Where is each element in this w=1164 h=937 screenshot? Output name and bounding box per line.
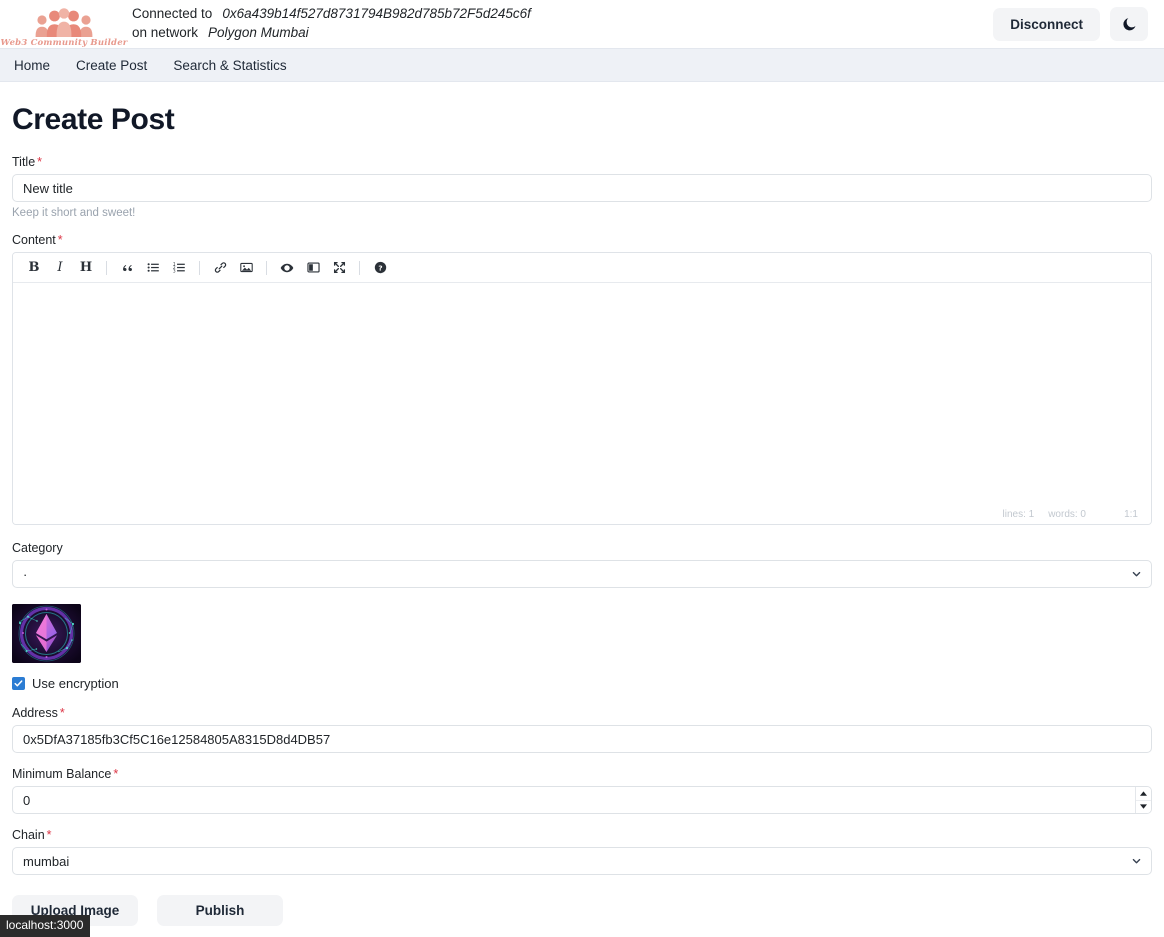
browser-status-tooltip: localhost:3000 (0, 915, 91, 937)
min-balance-field-group: Minimum Balance * (12, 767, 1152, 814)
use-encryption-row[interactable]: Use encryption (12, 676, 1152, 691)
title-input[interactable] (12, 174, 1152, 202)
editor-cursor-position: 1:1 (1124, 508, 1138, 520)
editor-lines-count: lines: 1 (1002, 508, 1035, 520)
markdown-editor: B I H 1 2 3 ? lines: 1 words: 0 1:1 (12, 252, 1152, 525)
fullscreen-icon[interactable] (328, 257, 350, 279)
content-label-text: Content (12, 233, 56, 247)
chain-field-label: Chain * (12, 828, 1152, 842)
bold-icon[interactable]: B (23, 257, 45, 279)
side-by-side-icon[interactable] (302, 257, 324, 279)
nav-item-create-post[interactable]: Create Post (76, 58, 147, 73)
use-encryption-checkbox[interactable] (12, 677, 25, 690)
category-select[interactable]: · (12, 560, 1152, 588)
ordered-list-icon[interactable]: 1 2 3 (168, 257, 190, 279)
quote-icon[interactable] (116, 257, 138, 279)
page-title: Create Post (12, 103, 175, 136)
ethereum-logo-image (12, 604, 81, 663)
check-icon (14, 680, 23, 687)
quantity-stepper[interactable] (1135, 787, 1151, 813)
svg-text:?: ? (378, 263, 382, 272)
category-field-label: Category (12, 541, 63, 555)
disconnect-button[interactable]: Disconnect (993, 7, 1100, 41)
help-icon[interactable]: ? (369, 257, 391, 279)
main-navigation: Home Create Post Search & Statistics (0, 48, 1164, 82)
preview-icon[interactable] (276, 257, 298, 279)
chain-select[interactable]: mumbai (12, 847, 1152, 875)
title-label-text: Title (12, 155, 36, 169)
category-field-group: Category · (12, 541, 1152, 588)
chain-select-wrapper: mumbai (12, 847, 1152, 875)
use-encryption-label: Use encryption (32, 676, 119, 691)
network-row: on network Polygon Mumbai (132, 25, 531, 42)
nav-item-home[interactable]: Home (14, 58, 50, 73)
heading-icon[interactable]: H (75, 257, 97, 279)
toolbar-divider (199, 260, 200, 275)
chain-label-text: Chain (12, 828, 45, 842)
content-field-label: Content * (12, 233, 1152, 247)
brand-logo[interactable]: Web3 Community Builder (1, 1, 127, 47)
address-input[interactable] (12, 725, 1152, 753)
address-label-text: Address (12, 706, 58, 720)
chain-required-marker: * (46, 828, 52, 842)
category-select-wrapper: · (12, 560, 1152, 588)
toolbar-divider (266, 260, 267, 275)
editor-words-count: words: 0 (1048, 508, 1086, 520)
brand-name: Web3 Community Builder (0, 37, 128, 48)
title-help-text: Keep it short and sweet! (12, 207, 136, 219)
min-balance-field-label: Minimum Balance * (12, 767, 1152, 781)
post-thumbnail-image[interactable] (12, 604, 81, 663)
min-balance-input[interactable] (12, 786, 1152, 814)
editor-status-bar: lines: 1 words: 0 1:1 (13, 504, 1151, 524)
unordered-list-icon[interactable] (142, 257, 164, 279)
wallet-connection-info: Connected to 0x6a439b14f527d8731794B982d… (132, 6, 531, 42)
moon-icon (1122, 17, 1135, 30)
toolbar-divider (359, 260, 360, 275)
title-field-label: Title * (12, 155, 1152, 169)
svg-text:3: 3 (173, 269, 176, 274)
content-field-group: Content * B I H 1 2 3 ? lines: 1 words: … (12, 233, 1152, 525)
form-actions: Upload Image Publish (12, 895, 1152, 932)
title-field-group: Title* Keep it short and sweet! (12, 155, 1152, 219)
app-header: Web3 Community Builder Connected to 0x6a… (0, 0, 1164, 48)
theme-toggle-button[interactable] (1110, 7, 1148, 41)
min-balance-required-marker: * (113, 767, 119, 781)
address-field-group: Address * (12, 706, 1152, 753)
chain-field-group: Chain * mumbai (12, 828, 1152, 875)
min-balance-label-text: Minimum Balance (12, 767, 112, 781)
publish-button[interactable]: Publish (157, 895, 283, 926)
editor-toolbar: B I H 1 2 3 ? (13, 253, 1151, 283)
nav-item-search-statistics[interactable]: Search & Statistics (173, 58, 286, 73)
min-balance-wrapper (12, 786, 1152, 814)
connected-to-row: Connected to 0x6a439b14f527d8731794B982d… (132, 6, 531, 23)
content-textarea[interactable] (13, 283, 1151, 504)
address-field-label: Address * (12, 706, 1152, 720)
wallet-address-value: 0x6a439b14f527d8731794B982d785b72F5d245c… (222, 6, 531, 22)
connected-to-label: Connected to (132, 6, 213, 22)
main-content: Create Post Title* Keep it short and swe… (0, 102, 1164, 932)
community-people-icon (35, 7, 93, 37)
stepper-down-icon[interactable] (1136, 799, 1151, 814)
address-required-marker: * (59, 706, 65, 720)
stepper-up-icon[interactable] (1136, 787, 1151, 800)
network-name-value: Polygon Mumbai (208, 25, 309, 40)
image-icon[interactable] (235, 257, 257, 279)
link-icon[interactable] (209, 257, 231, 279)
network-label: on network (132, 25, 199, 40)
toolbar-divider (106, 260, 107, 275)
content-required-marker: * (57, 233, 63, 247)
title-required-marker: * (37, 155, 43, 169)
italic-icon[interactable]: I (49, 257, 71, 279)
header-actions: Disconnect (993, 7, 1148, 41)
